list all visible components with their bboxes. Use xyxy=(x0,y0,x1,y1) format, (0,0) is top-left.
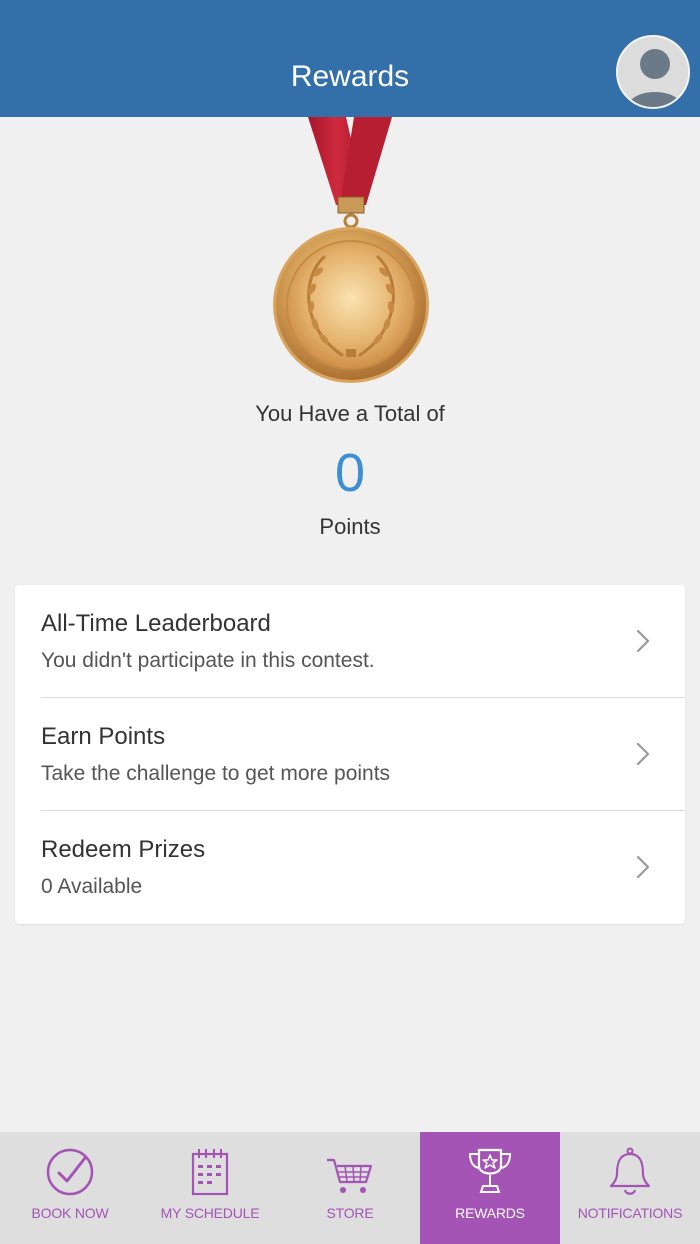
chevron-right-icon xyxy=(636,629,650,653)
redeem-prizes-row[interactable]: Redeem Prizes 0 Available xyxy=(15,811,685,924)
trophy-icon xyxy=(468,1148,512,1193)
cart-icon xyxy=(327,1158,373,1193)
chevron-right-icon xyxy=(636,855,650,879)
nav-label: REWARDS xyxy=(455,1205,525,1221)
header-bar: Rewards xyxy=(0,0,700,117)
row-title: Redeem Prizes xyxy=(41,836,206,863)
row-subtitle: 0 Available xyxy=(41,875,143,898)
nav-rewards[interactable]: REWARDS xyxy=(420,1132,560,1244)
nav-label: MY SCHEDULE xyxy=(160,1205,260,1221)
row-title: Earn Points xyxy=(41,723,166,750)
medal-illustration xyxy=(273,117,429,383)
nav-store[interactable]: STORE xyxy=(280,1132,420,1244)
row-title: All-Time Leaderboard xyxy=(41,610,271,637)
app-root: Rewards You Have a Total of 0 Points All… xyxy=(0,0,700,1244)
nav-book-now[interactable]: BOOK NOW xyxy=(0,1132,140,1244)
chevron-right-icon xyxy=(636,742,650,766)
nav-label: BOOK NOW xyxy=(31,1205,109,1221)
points-unit-label: Points xyxy=(319,514,381,539)
nav-notifications[interactable]: NOTIFICATIONS xyxy=(560,1132,700,1244)
nav-my-schedule[interactable]: MY SCHEDULE xyxy=(140,1132,280,1244)
user-avatar-icon[interactable] xyxy=(616,35,690,109)
bottom-nav: BOOK NOW MY SCHEDULE STORE REWARDS NOTIF… xyxy=(0,1132,700,1244)
page-title: Rewards xyxy=(290,60,410,93)
row-subtitle: You didn't participate in this contest. xyxy=(41,649,375,672)
check-circle-icon xyxy=(46,1148,94,1196)
nav-label: NOTIFICATIONS xyxy=(577,1205,683,1221)
row-subtitle: Take the challenge to get more points xyxy=(41,762,391,785)
earn-points-row[interactable]: Earn Points Take the challenge to get mo… xyxy=(15,698,685,811)
points-value: 0 xyxy=(334,443,366,503)
leaderboard-row[interactable]: All-Time Leaderboard You didn't particip… xyxy=(15,585,685,698)
nav-label: STORE xyxy=(326,1205,374,1221)
rewards-menu-card: All-Time Leaderboard You didn't particip… xyxy=(15,585,685,924)
total-label: You Have a Total of xyxy=(255,401,445,426)
calendar-icon xyxy=(191,1149,229,1196)
bell-icon xyxy=(609,1147,651,1195)
